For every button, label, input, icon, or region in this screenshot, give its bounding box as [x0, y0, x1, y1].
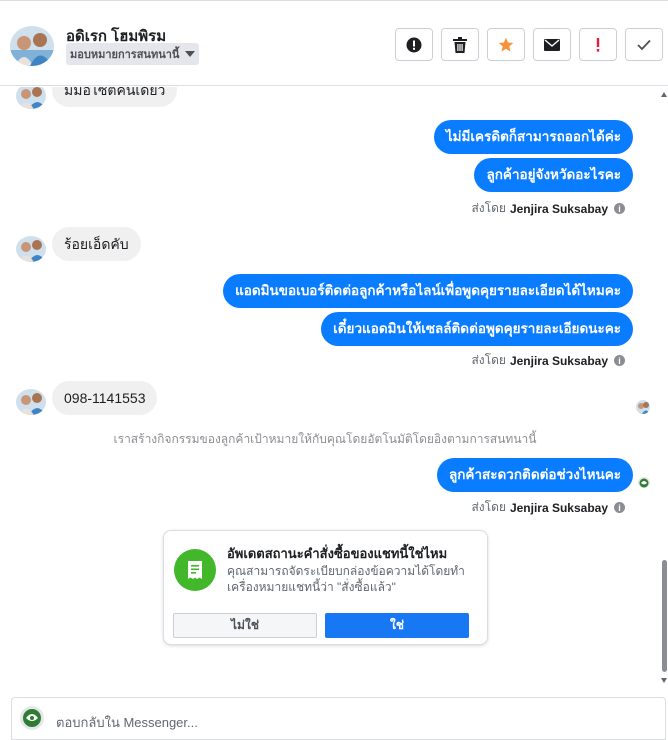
- sent-by-prefix: ส่งโดย: [471, 353, 506, 367]
- contact-avatar-small: [16, 389, 46, 415]
- sender-name: Jenjira Suksabay: [509, 201, 608, 216]
- assign-conversation-dropdown[interactable]: มอบหมายการสนทนานี้: [66, 43, 200, 65]
- envelope-icon: [544, 38, 560, 51]
- sent-by-prefix: ส่งโดย: [471, 500, 506, 514]
- sender-name: Jenjira Suksabay: [509, 500, 608, 515]
- contact-avatar-small: [16, 87, 46, 109]
- sent-by-label: ส่งโดย Jenjira Suksabay i: [471, 199, 625, 218]
- scroll-up-arrow-icon[interactable]: [661, 92, 667, 97]
- scroll-down-arrow-icon[interactable]: [661, 678, 667, 683]
- no-button[interactable]: ไม่ใช่: [173, 613, 317, 638]
- outgoing-message[interactable]: ลูกค้าสะดวกติดต่อช่วงไหนคะ: [436, 458, 633, 492]
- check-icon: [637, 39, 651, 50]
- star-button[interactable]: [487, 28, 525, 61]
- sent-by-label: ส่งโดย Jenjira Suksabay i: [471, 498, 625, 517]
- order-status-prompt-card: อัพเดตสถานะคำสั่งซื้อของแชทนี้ใช่ไหม คุณ…: [163, 530, 488, 645]
- exclamation-icon: [596, 37, 600, 52]
- reply-input-placeholder[interactable]: ตอบกลับใน Messenger...: [56, 712, 198, 733]
- mark-unread-button[interactable]: [533, 28, 571, 61]
- info-icon[interactable]: i: [614, 355, 625, 366]
- scrollbar-thumb[interactable]: [662, 560, 667, 672]
- reply-composer[interactable]: ตอบกลับใน Messenger...: [11, 697, 666, 740]
- card-description: คุณสามารถจัดระเบียบกล่องข้อความได้โดยทำเ…: [227, 564, 465, 594]
- seen-page-icon: [638, 476, 650, 488]
- outgoing-message[interactable]: เดี๋ยวแอดมินให้เซลล์ติดต่อพูดคุยรายละเอี…: [321, 312, 633, 346]
- yes-button[interactable]: ใช่: [325, 613, 469, 638]
- star-icon: [498, 37, 514, 51]
- incoming-message[interactable]: 098-1141553: [52, 381, 158, 415]
- sender-name: Jenjira Suksabay: [509, 353, 608, 368]
- info-icon[interactable]: i: [614, 203, 625, 214]
- contact-avatar-small: [16, 236, 46, 262]
- outgoing-message[interactable]: ไม่มีเครดิตก็สามารถออกได้ค่ะ: [433, 120, 633, 154]
- header-divider: [0, 0, 668, 6]
- header-actions: [395, 28, 663, 61]
- mark-done-button[interactable]: [625, 28, 663, 61]
- outgoing-message[interactable]: แอดมินขอเบอร์ติดต่อลูกค้าหรือไลน์เพื่อพู…: [223, 274, 633, 308]
- sent-by-label: ส่งโดย Jenjira Suksabay i: [471, 351, 625, 370]
- mark-important-button[interactable]: [579, 28, 617, 61]
- info-icon[interactable]: i: [614, 502, 625, 513]
- exclamation-circle-icon: [406, 37, 422, 52]
- incoming-message[interactable]: ร้อยเอ็ดคับ: [52, 227, 141, 261]
- mark-spam-button[interactable]: [395, 28, 433, 61]
- seen-avatar-icon: [636, 400, 650, 414]
- sent-by-prefix: ส่งโดย: [471, 201, 506, 215]
- delete-button[interactable]: [441, 28, 479, 61]
- incoming-message[interactable]: มีมอไซต์คันเดียว: [52, 87, 178, 107]
- receipt-icon: [174, 549, 216, 591]
- conversation-header: อดิเรก โฮมพิรม มอบหมายการสนทนานี้: [0, 0, 668, 86]
- page-avatar: [20, 706, 44, 730]
- contact-avatar[interactable]: [10, 26, 54, 66]
- trash-icon: [453, 36, 467, 53]
- outgoing-message[interactable]: ลูกค้าอยู่จังหวัดอะไรคะ: [474, 158, 633, 192]
- caret-down-icon: [185, 51, 196, 57]
- system-note: เราสร้างกิจกรรมของลูกค้าเป้าหมายให้กับคุ…: [113, 432, 537, 446]
- assign-label: มอบหมายการสนทนานี้: [70, 49, 180, 61]
- card-title: อัพเดตสถานะคำสั่งซื้อของแชทนี้ใช่ไหม: [227, 546, 448, 561]
